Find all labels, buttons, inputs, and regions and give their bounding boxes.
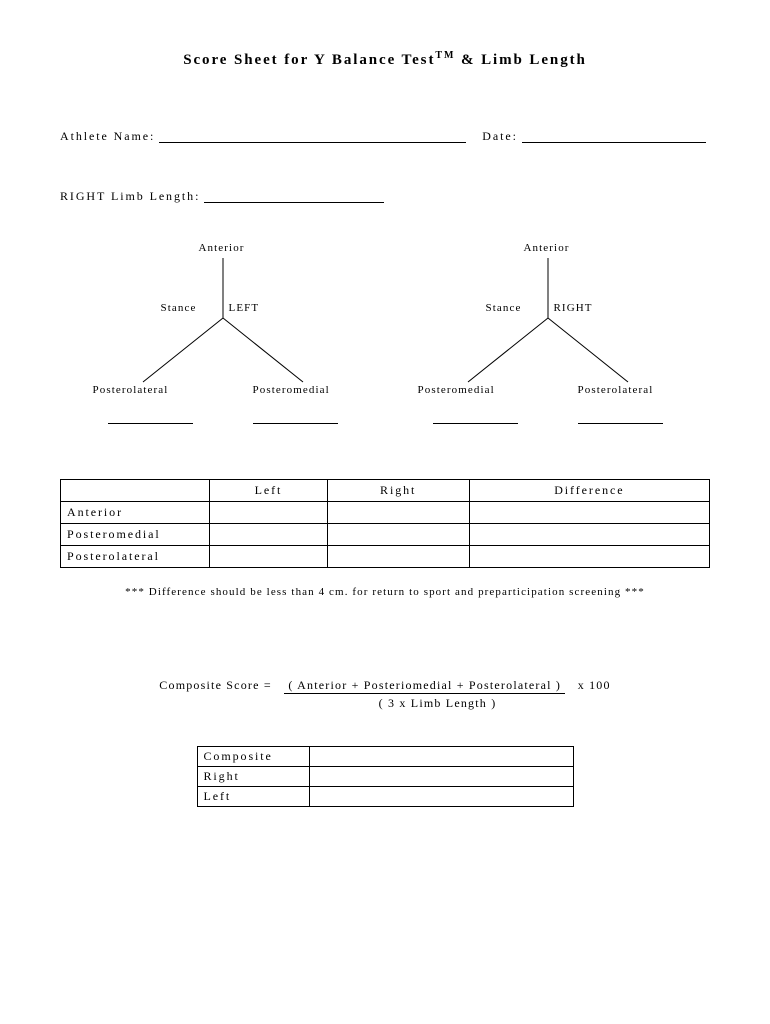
row-posteromedial: Posteromedial (61, 524, 210, 546)
stance-label-right: Stance (486, 302, 522, 314)
date-line (522, 129, 706, 143)
cell (210, 502, 327, 524)
y-diagram-right-svg (408, 244, 688, 399)
diagram-left: Anterior Stance LEFT Posterolateral Post… (83, 244, 363, 424)
composite-formula: Composite Score = ( Anterior + Posteriom… (60, 678, 710, 694)
table-row: Anterior (61, 502, 710, 524)
limb-length-label: RIGHT Limb Length: (60, 189, 200, 204)
table-row: Composite (197, 747, 573, 767)
th-difference: Difference (469, 480, 709, 502)
th-blank (61, 480, 210, 502)
side-label-right: RIGHT (554, 302, 593, 314)
cell (210, 546, 327, 568)
diagram-right: Anterior Stance RIGHT Posteromedial Post… (408, 244, 688, 424)
limb-length-row: RIGHT Limb Length: (60, 189, 710, 204)
table-row: Right (197, 767, 573, 787)
formula-denominator: ( 3 x Limb Length ) (379, 696, 497, 710)
cell (327, 502, 469, 524)
posteromedial-label-left: Posteromedial (253, 384, 330, 396)
cell (210, 524, 327, 546)
table-row: Posterolateral (61, 546, 710, 568)
row-posterolateral: Posterolateral (61, 546, 210, 568)
title-text-2: & Limb Length (455, 52, 586, 68)
title-tm: TM (435, 50, 455, 61)
blank-line (578, 414, 663, 424)
athlete-name-label: Athlete Name: (60, 129, 155, 144)
y-diagram-left-svg (83, 244, 363, 399)
side-label-left: LEFT (229, 302, 260, 314)
cell (469, 524, 709, 546)
difference-note: *** Difference should be less than 4 cm.… (60, 586, 710, 598)
cell (310, 747, 573, 767)
cell (310, 787, 573, 807)
comp-composite: Composite (197, 747, 310, 767)
posterolateral-label-left: Posterolateral (93, 384, 169, 396)
row-anterior: Anterior (61, 502, 210, 524)
table-header-row: Left Right Difference (61, 480, 710, 502)
table-row: Left (197, 787, 573, 807)
cell (327, 546, 469, 568)
diagrams-container: Anterior Stance LEFT Posterolateral Post… (60, 244, 710, 424)
posteromedial-label-right: Posteromedial (418, 384, 495, 396)
stance-label-left: Stance (161, 302, 197, 314)
table-row: Posteromedial (61, 524, 710, 546)
limb-length-line (204, 189, 384, 203)
cell (469, 502, 709, 524)
blank-line (253, 414, 338, 424)
blank-line (433, 414, 518, 424)
posterolateral-label-right: Posterolateral (578, 384, 654, 396)
diagram-right-lines (408, 414, 688, 424)
composite-table: Composite Right Left (197, 746, 574, 807)
formula-suffix: x 100 (578, 678, 611, 692)
formula-label: Composite Score = (159, 678, 272, 692)
blank-line (108, 414, 193, 424)
anterior-label-right: Anterior (524, 242, 570, 254)
date-label: Date: (482, 129, 518, 144)
comp-right: Right (197, 767, 310, 787)
comp-left: Left (197, 787, 310, 807)
title-text-1: Score Sheet for Y Balance Test (183, 52, 435, 68)
cell (469, 546, 709, 568)
th-right: Right (327, 480, 469, 502)
cell (310, 767, 573, 787)
anterior-label-left: Anterior (199, 242, 245, 254)
formula-denominator-row: ( 3 x Limb Length ) (60, 696, 710, 711)
th-left: Left (210, 480, 327, 502)
diagram-left-lines (83, 414, 363, 424)
cell (327, 524, 469, 546)
measurements-table: Left Right Difference Anterior Posterome… (60, 479, 710, 568)
formula-numerator: ( Anterior + Posteriomedial + Posterolat… (284, 678, 565, 694)
page-title: Score Sheet for Y Balance TestTM & Limb … (60, 50, 710, 69)
athlete-name-row: Athlete Name: Date: (60, 129, 710, 144)
athlete-name-line (159, 129, 466, 143)
